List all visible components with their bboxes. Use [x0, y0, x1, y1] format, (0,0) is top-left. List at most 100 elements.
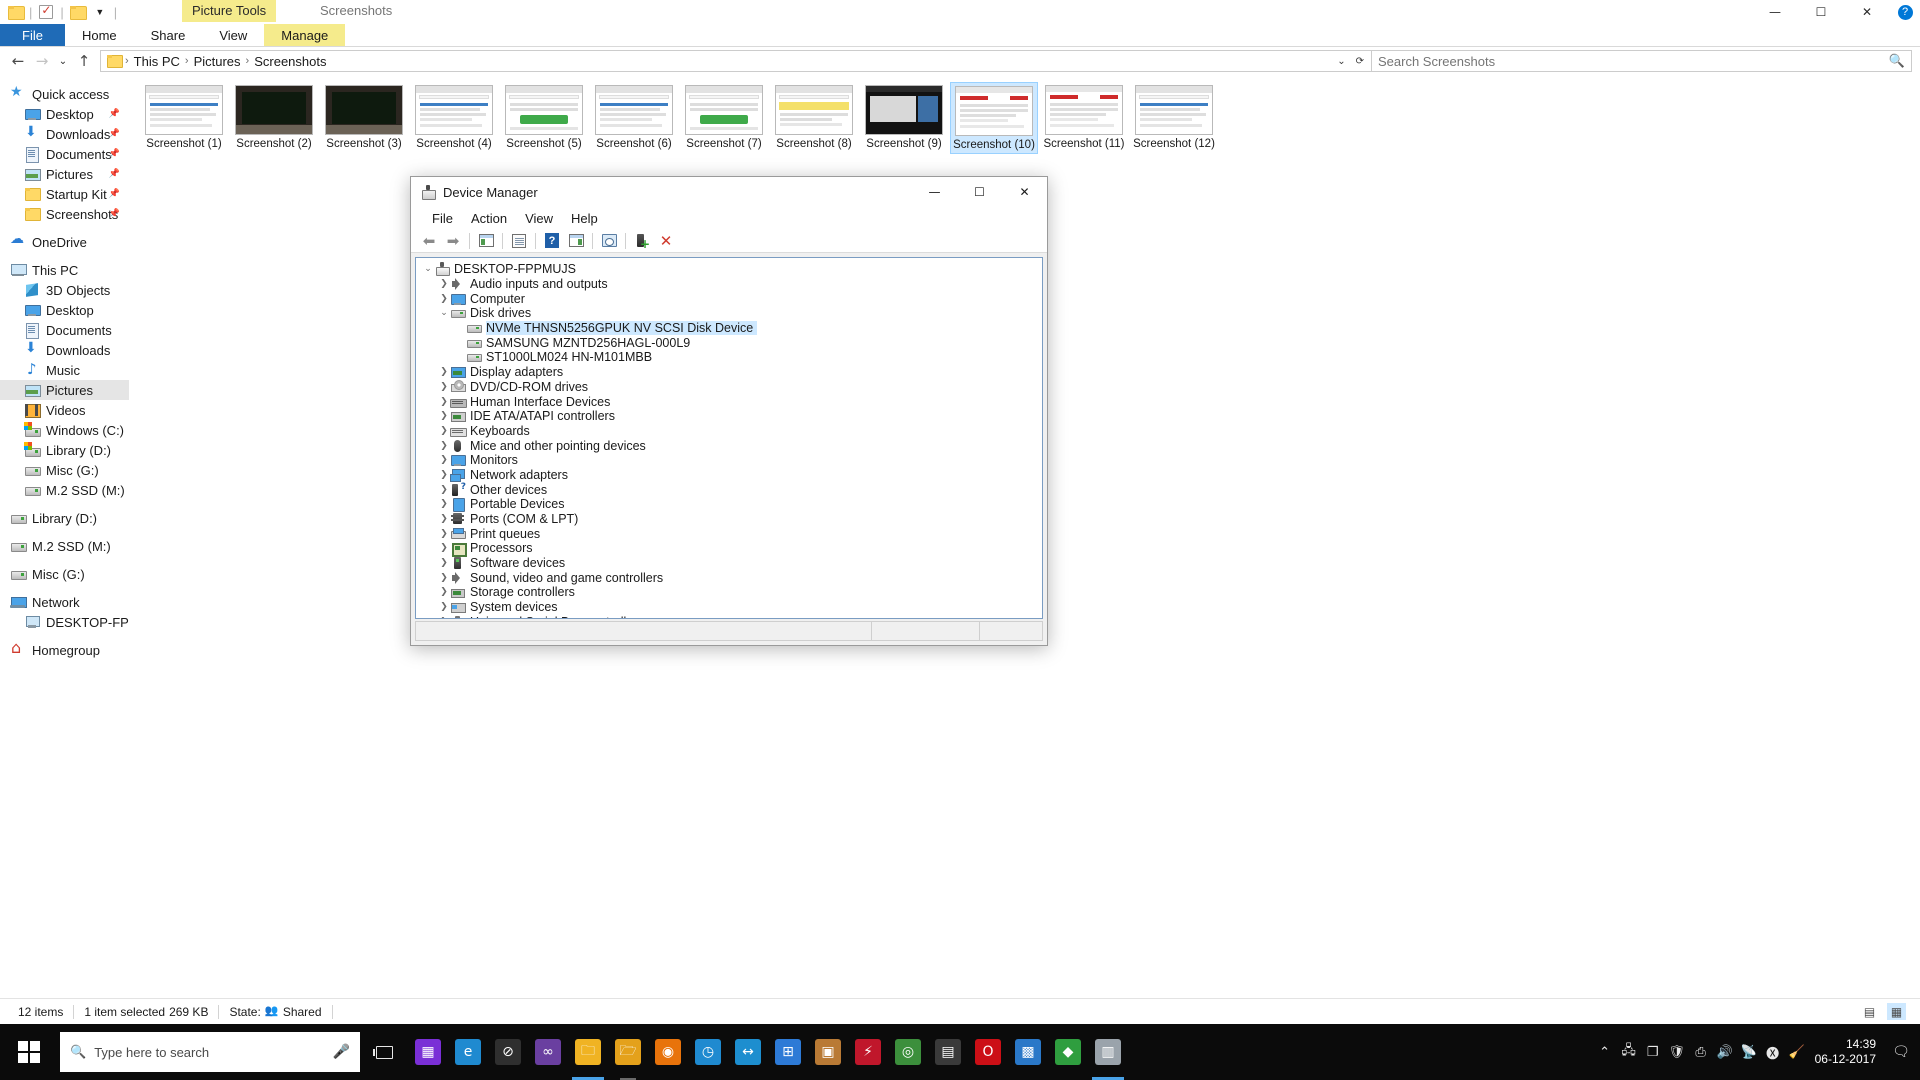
chevron-right-icon[interactable]: ❯ — [438, 529, 450, 539]
file-item[interactable]: Screenshot (9) — [860, 82, 948, 154]
uninstall-device-icon[interactable]: ✕ — [655, 230, 677, 251]
sidebar-item-videos[interactable]: Videos — [0, 400, 129, 420]
sidebar-item-m-2-ssd-m[interactable]: M.2 SSD (M:) — [0, 536, 129, 556]
chevron-right-icon[interactable]: ❯ — [438, 602, 450, 612]
network-icon[interactable]: 🖧 — [1617, 1024, 1641, 1080]
details-view-button[interactable]: ▤ — [1860, 1003, 1879, 1020]
chevron-right-icon[interactable]: ❯ — [438, 485, 450, 495]
pin-icon[interactable]: 📌 — [109, 149, 120, 159]
taskbar-chrome-icon[interactable]: ◎ — [888, 1024, 928, 1080]
refresh-icon[interactable]: ⟳ — [1351, 56, 1369, 67]
minimize-button[interactable]: — — [1752, 0, 1798, 24]
device-tree-row[interactable]: SAMSUNG MZNTD256HAGL-000L9 — [416, 335, 1042, 350]
pin-icon[interactable]: 📌 — [109, 169, 120, 179]
taskbar-clock[interactable]: 14:39 06-12-2017 — [1809, 1024, 1886, 1080]
file-item[interactable]: Screenshot (12) — [1130, 82, 1218, 154]
chevron-right-icon[interactable]: ❯ — [438, 455, 450, 465]
forward-button[interactable]: → — [30, 50, 54, 72]
maximize-button[interactable]: ☐ — [1798, 0, 1844, 24]
taskbar-green-app-icon[interactable]: ◆ — [1048, 1024, 1088, 1080]
pin-icon[interactable]: 📌 — [109, 109, 120, 119]
sidebar-item-onedrive[interactable]: OneDrive — [0, 231, 129, 252]
menu-help[interactable]: Help — [562, 211, 607, 226]
back-button[interactable]: ← — [6, 50, 30, 72]
tab-view[interactable]: View — [202, 24, 264, 46]
file-item[interactable]: Screenshot (10) — [950, 82, 1038, 154]
sidebar-item-this-pc[interactable]: This PC — [0, 260, 129, 280]
ccleaner-icon[interactable]: 🧹 — [1785, 1024, 1809, 1080]
copy-icon[interactable]: ❐ — [1641, 1024, 1665, 1080]
chevron-right-icon[interactable]: ❯ — [438, 441, 450, 451]
sidebar-item-documents[interactable]: Documents — [0, 320, 129, 340]
search-input[interactable] — [1378, 53, 1889, 69]
taskbar-file-explorer-icon[interactable]: 🗀 — [568, 1024, 608, 1080]
sidebar-item-library-d[interactable]: Library (D:) — [0, 440, 129, 460]
device-tree-row[interactable]: ST1000LM024 HN-M101MBB — [416, 350, 1042, 365]
chevron-right-icon[interactable]: ❯ — [438, 397, 450, 407]
chevron-right-icon[interactable]: ❯ — [438, 411, 450, 421]
forward-icon[interactable]: ➡ — [442, 230, 464, 251]
device-tree-row[interactable]: ❯ Portable Devices — [416, 497, 1042, 513]
breadcrumb-pictures[interactable]: Pictures — [192, 54, 243, 69]
update-driver-icon[interactable] — [631, 230, 653, 251]
device-tree-row[interactable]: ❯ Keyboards — [416, 424, 1042, 439]
chevron-right-icon[interactable]: ❯ — [438, 279, 450, 289]
device-tree-row[interactable]: ❯ DVD/CD-ROM drives — [416, 379, 1042, 395]
sidebar-item-3d-objects[interactable]: 3D Objects — [0, 280, 129, 300]
pin-icon[interactable]: 📌 — [109, 209, 120, 219]
sidebar-item-screenshots[interactable]: Screenshots 📌 — [0, 204, 129, 224]
sidebar-item-desktop-fppmujs[interactable]: DESKTOP-FPPMUJS — [0, 612, 129, 632]
device-tree-row[interactable]: ❯ Print queues — [416, 526, 1042, 541]
device-tree-row[interactable]: ❯ Monitors — [416, 453, 1042, 468]
taskbar-teamviewer-icon[interactable]: ↔ — [728, 1024, 768, 1080]
satellite-icon[interactable]: 📡 — [1737, 1024, 1761, 1080]
taskbar-search-box[interactable]: 🔍 Type here to search 🎤 — [60, 1032, 360, 1072]
file-item[interactable]: Screenshot (1) — [140, 82, 228, 154]
chevron-right-icon[interactable]: ❯ — [438, 573, 450, 583]
up-button[interactable]: ↑ — [72, 50, 96, 72]
taskbar-store-icon[interactable]: ▦ — [408, 1024, 448, 1080]
chevron-right-icon[interactable]: ❯ — [438, 587, 450, 597]
taskbar-firefox-icon[interactable]: ◉ — [648, 1024, 688, 1080]
taskbar-photos-icon[interactable]: ▩ — [1008, 1024, 1048, 1080]
show-hide-console-tree-icon[interactable] — [475, 230, 497, 251]
show-hide-action-pane-icon[interactable] — [565, 230, 587, 251]
sidebar-item-documents[interactable]: Documents 📌 — [0, 144, 129, 164]
file-item[interactable]: Screenshot (7) — [680, 82, 768, 154]
sidebar-item-pictures[interactable]: Pictures — [0, 380, 129, 400]
search-box[interactable]: 🔍 — [1372, 50, 1912, 72]
file-item[interactable]: Screenshot (2) — [230, 82, 318, 154]
device-tree-row[interactable]: ❯ System devices — [416, 600, 1042, 615]
chevron-down-icon[interactable]: ⌄ — [438, 308, 450, 318]
scan-for-hardware-changes-icon[interactable] — [598, 230, 620, 251]
sidebar-item-downloads[interactable]: Downloads — [0, 340, 129, 360]
qat-checkbox-icon[interactable] — [35, 1, 57, 23]
sidebar-item-startup-kit[interactable]: Startup Kit 📌 — [0, 184, 129, 204]
chevron-down-icon[interactable]: ▼ — [89, 1, 111, 23]
sidebar-item-pictures[interactable]: Pictures 📌 — [0, 164, 129, 184]
chevron-right-icon[interactable]: ❯ — [438, 294, 450, 304]
device-tree-row[interactable]: ❯ IDE ATA/ATAPI controllers — [416, 409, 1042, 424]
menu-action[interactable]: Action — [462, 211, 516, 226]
file-item[interactable]: Screenshot (4) — [410, 82, 498, 154]
sidebar-item-music[interactable]: Music — [0, 360, 129, 380]
sidebar-item-m-2-ssd-m[interactable]: M.2 SSD (M:) — [0, 480, 129, 500]
breadcrumb-screenshots[interactable]: Screenshots — [252, 54, 328, 69]
device-tree-pane[interactable]: ⌄ DESKTOP-FPPMUJS ❯ Audio inputs and output… — [415, 257, 1043, 619]
device-tree-row[interactable]: ❯ Processors — [416, 541, 1042, 558]
tab-manage[interactable]: Manage — [264, 24, 346, 46]
sidebar-item-desktop[interactable]: Desktop 📌 — [0, 104, 129, 124]
back-icon[interactable]: ⬅ — [418, 230, 440, 251]
taskbar-clock-icon[interactable]: ◷ — [688, 1024, 728, 1080]
start-button[interactable] — [0, 1024, 58, 1080]
menu-view[interactable]: View — [516, 211, 562, 226]
taskbar-folder-app-icon[interactable]: 🗁 — [608, 1024, 648, 1080]
chevron-right-icon[interactable]: ❯ — [438, 514, 450, 524]
chevron-right-icon[interactable]: ❯ — [438, 426, 450, 436]
safely-remove-hardware-icon[interactable]: ⎙ — [1689, 1024, 1713, 1080]
taskbar-package-icon[interactable]: ▣ — [808, 1024, 848, 1080]
file-item[interactable]: Screenshot (8) — [770, 82, 858, 154]
dm-minimize-button[interactable]: — — [912, 177, 957, 208]
device-tree-row[interactable]: ❯ Storage controllers — [416, 585, 1042, 600]
device-tree-row[interactable]: ❯ Universal Serial Bus controllers — [416, 615, 1042, 618]
